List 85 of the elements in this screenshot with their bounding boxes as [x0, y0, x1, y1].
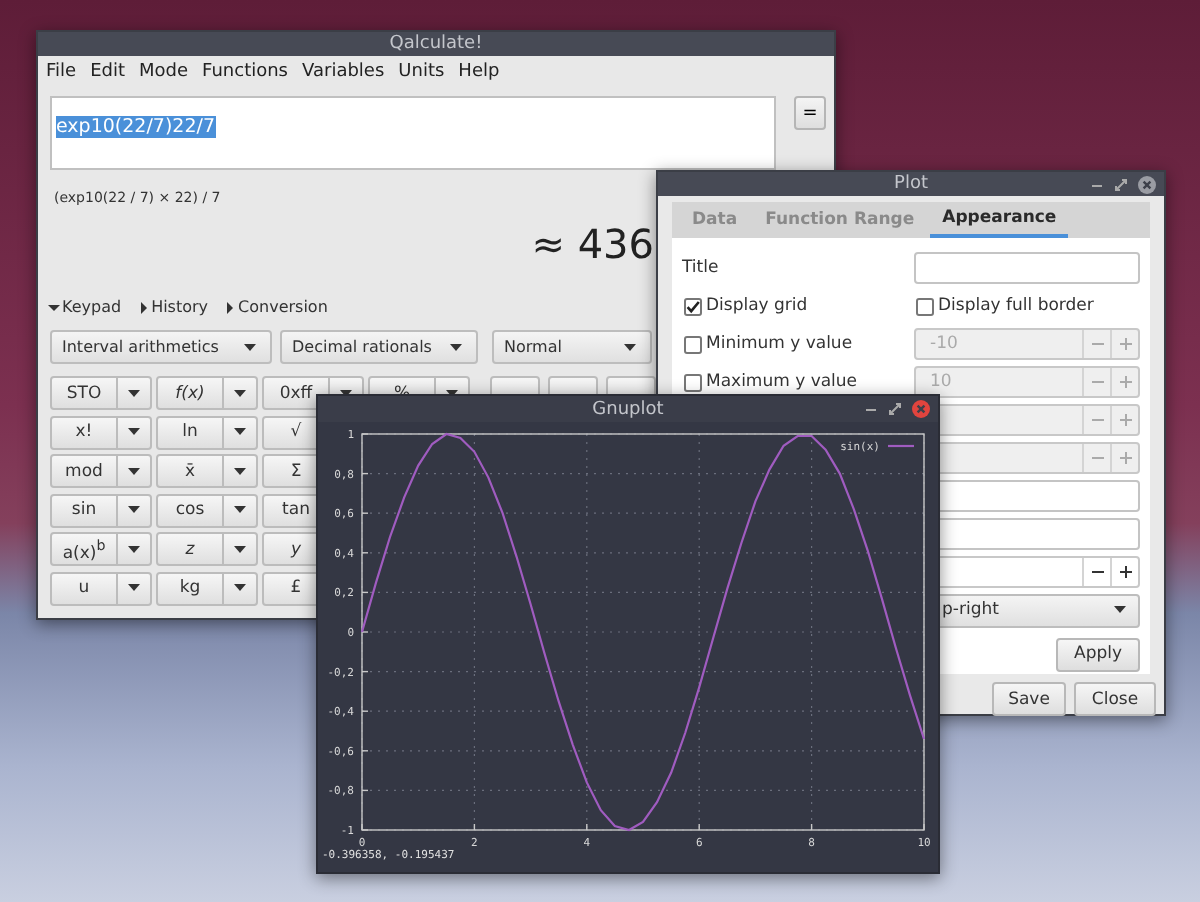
increment-button[interactable] [1110, 558, 1138, 586]
minus-icon [1091, 452, 1103, 464]
caret-icon [234, 545, 246, 553]
minus-icon [1091, 376, 1103, 388]
key-button[interactable]: x! [50, 415, 118, 449]
key-menu-button[interactable] [118, 415, 152, 449]
legend-line-icon [888, 444, 914, 448]
plus-icon [1119, 338, 1131, 350]
dialog-button[interactable]: Save [992, 682, 1066, 716]
menu-item[interactable]: Units [398, 61, 445, 81]
key-button[interactable]: cos [156, 493, 224, 527]
key-button[interactable]: STO [50, 376, 118, 410]
key-button[interactable]: a(x)$^{b}$ [50, 532, 118, 566]
title-field[interactable] [914, 252, 1140, 284]
key-menu-button[interactable] [118, 493, 152, 527]
dropdown[interactable]: Interval arithmetics [50, 330, 272, 364]
menu-item[interactable]: Variables [302, 61, 385, 81]
key-button[interactable]: sin [50, 493, 118, 527]
apply-button[interactable]: Apply [1056, 637, 1140, 671]
key-menu-button[interactable] [224, 493, 258, 527]
caret-icon [234, 428, 246, 436]
plus-icon [1119, 414, 1131, 426]
plus-icon [1119, 566, 1131, 578]
key-button[interactable]: ln [156, 415, 224, 449]
key-button[interactable]: kg [156, 571, 224, 605]
key-menu-button[interactable] [118, 571, 152, 605]
caret-icon [234, 506, 246, 514]
key-menu-button[interactable] [118, 376, 152, 410]
caret-icon [128, 584, 140, 592]
key-button[interactable]: u [50, 571, 118, 605]
plus-icon [1119, 376, 1131, 388]
checkbox-option[interactable]: Display full border [914, 296, 1140, 316]
key-button[interactable]: mod [50, 454, 118, 488]
key-menu-button[interactable] [118, 532, 152, 566]
checkbox-option[interactable]: Display grid [682, 296, 914, 316]
key-button[interactable]: 0xff [262, 376, 330, 410]
maximize-icon[interactable] [888, 401, 902, 415]
dropdown-arrow-icon [1114, 606, 1126, 614]
expander-toggle[interactable]: Keypad [48, 298, 122, 316]
key-menu-button[interactable] [224, 532, 258, 566]
plus-icon [1119, 452, 1131, 464]
minus-icon [1091, 338, 1103, 350]
dropdown-arrow-icon [450, 343, 462, 351]
close-icon[interactable] [912, 399, 930, 417]
key-menu-button[interactable] [118, 454, 152, 488]
dropdown-arrow-icon [244, 343, 256, 351]
caret-icon [128, 467, 140, 475]
expander-toggle[interactable]: Conversion [224, 298, 328, 316]
caret-icon [234, 467, 246, 475]
caret-icon [128, 389, 140, 397]
field-label: Title [682, 258, 721, 278]
caret-icon [128, 428, 140, 436]
dialog-button[interactable]: Close [1074, 682, 1156, 716]
checkbox-option[interactable]: Minimum y value [682, 334, 914, 354]
menu-item[interactable]: Functions [202, 61, 289, 81]
window-title: Plot [894, 172, 928, 196]
dropdown[interactable]: Normal [492, 330, 652, 364]
close-icon[interactable] [1138, 175, 1156, 193]
caret-icon [234, 584, 246, 592]
key-menu-button[interactable] [224, 454, 258, 488]
equals-button[interactable]: = [794, 96, 826, 130]
result-text: ≈ 436 [531, 220, 654, 268]
menu-item[interactable]: Help [458, 61, 500, 81]
key-menu-button[interactable] [224, 376, 258, 410]
caret-icon [234, 389, 246, 397]
minus-icon [1091, 566, 1103, 578]
minus-icon [1091, 414, 1103, 426]
key-button[interactable]: x̄ [156, 454, 224, 488]
menu-item[interactable]: Edit [90, 61, 125, 81]
key-menu-button[interactable] [224, 415, 258, 449]
window-title: Gnuplot [592, 397, 664, 421]
key-button[interactable]: f(x) [156, 376, 224, 410]
expander-toggle[interactable]: History [137, 298, 209, 316]
caret-icon [128, 545, 140, 553]
caret-icon [128, 506, 140, 514]
dropdown-arrow-icon [624, 343, 636, 351]
window-title: Qalculate! [389, 32, 483, 56]
decrement-button[interactable] [1082, 558, 1110, 586]
maximize-icon[interactable] [1114, 177, 1128, 191]
key-button[interactable]: z [156, 532, 224, 566]
key-menu-button[interactable] [224, 571, 258, 605]
menu-item[interactable]: File [46, 61, 77, 81]
checkbox-option[interactable]: Maximum y value [682, 372, 914, 392]
menu-item[interactable]: Mode [139, 61, 189, 81]
dropdown[interactable]: Decimal rationals [280, 330, 478, 364]
